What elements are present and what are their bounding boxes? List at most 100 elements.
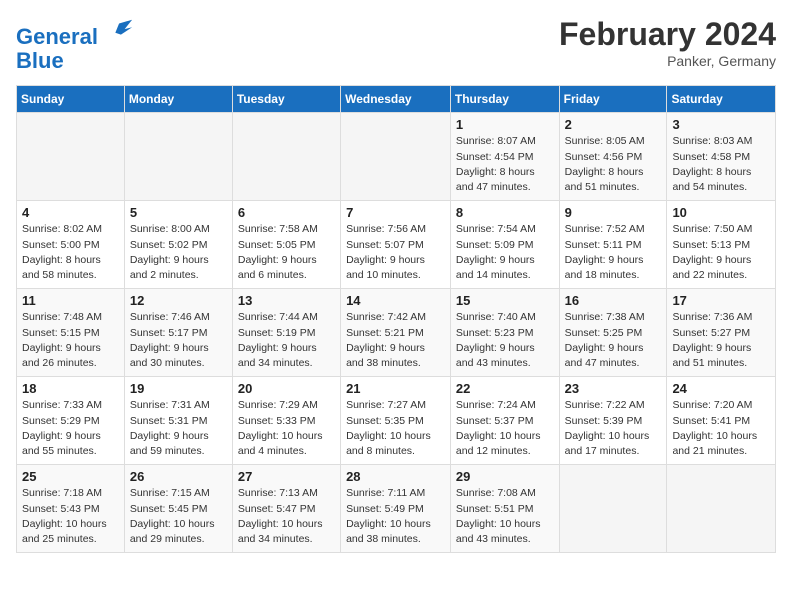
logo-bird-icon [106,16,134,44]
calendar-cell: 20 Sunrise: 7:29 AM Sunset: 5:33 PM Dayli… [232,377,340,465]
day-detail: Sunrise: 7:29 AM Sunset: 5:33 PM Dayligh… [238,398,335,459]
calendar-week-row: 18 Sunrise: 7:33 AM Sunset: 5:29 PM Dayli… [17,377,776,465]
day-number: 11 [22,293,119,308]
calendar-cell: 11 Sunrise: 7:48 AM Sunset: 5:15 PM Dayli… [17,289,125,377]
day-detail: Sunrise: 8:03 AM Sunset: 4:58 PM Dayligh… [672,134,770,195]
day-number: 28 [346,469,445,484]
day-number: 26 [130,469,227,484]
day-detail: Sunrise: 7:24 AM Sunset: 5:37 PM Dayligh… [456,398,554,459]
calendar-cell: 12 Sunrise: 7:46 AM Sunset: 5:17 PM Dayli… [124,289,232,377]
calendar-cell [341,113,451,201]
day-number: 10 [672,205,770,220]
calendar-cell: 29 Sunrise: 7:08 AM Sunset: 5:51 PM Dayli… [450,465,559,553]
day-detail: Sunrise: 7:27 AM Sunset: 5:35 PM Dayligh… [346,398,445,459]
day-detail: Sunrise: 7:38 AM Sunset: 5:25 PM Dayligh… [565,310,662,371]
day-detail: Sunrise: 7:48 AM Sunset: 5:15 PM Dayligh… [22,310,119,371]
month-year-title: February 2024 [559,16,776,53]
weekday-header-monday: Monday [124,86,232,113]
day-detail: Sunrise: 7:46 AM Sunset: 5:17 PM Dayligh… [130,310,227,371]
day-number: 4 [22,205,119,220]
day-number: 12 [130,293,227,308]
calendar-cell [124,113,232,201]
day-number: 3 [672,117,770,132]
day-detail: Sunrise: 8:07 AM Sunset: 4:54 PM Dayligh… [456,134,554,195]
location-subtitle: Panker, Germany [559,53,776,69]
day-number: 5 [130,205,227,220]
day-detail: Sunrise: 7:36 AM Sunset: 5:27 PM Dayligh… [672,310,770,371]
calendar-cell: 19 Sunrise: 7:31 AM Sunset: 5:31 PM Dayli… [124,377,232,465]
day-detail: Sunrise: 7:20 AM Sunset: 5:41 PM Dayligh… [672,398,770,459]
calendar-cell: 25Sunrise: 7:18 AM Sunset: 5:43 PM Dayli… [17,465,125,553]
calendar-cell: 22 Sunrise: 7:24 AM Sunset: 5:37 PM Dayli… [450,377,559,465]
day-number: 18 [22,381,119,396]
day-detail: Sunrise: 7:40 AM Sunset: 5:23 PM Dayligh… [456,310,554,371]
calendar-cell: 9Sunrise: 7:52 AM Sunset: 5:11 PM Daylig… [559,201,667,289]
calendar-cell: 3 Sunrise: 8:03 AM Sunset: 4:58 PM Daylig… [667,113,776,201]
day-number: 9 [565,205,662,220]
calendar-cell: 16Sunrise: 7:38 AM Sunset: 5:25 PM Dayli… [559,289,667,377]
calendar-week-row: 1 Sunrise: 8:07 AM Sunset: 4:54 PM Daylig… [17,113,776,201]
calendar-cell: 23Sunrise: 7:22 AM Sunset: 5:39 PM Dayli… [559,377,667,465]
calendar-week-row: 25Sunrise: 7:18 AM Sunset: 5:43 PM Dayli… [17,465,776,553]
day-number: 7 [346,205,445,220]
day-number: 8 [456,205,554,220]
day-number: 25 [22,469,119,484]
day-detail: Sunrise: 8:02 AM Sunset: 5:00 PM Dayligh… [22,222,119,283]
page-header: General Blue February 2024 Panker, Germa… [16,16,776,73]
day-detail: Sunrise: 7:42 AM Sunset: 5:21 PM Dayligh… [346,310,445,371]
day-number: 19 [130,381,227,396]
day-number: 17 [672,293,770,308]
calendar-cell: 7 Sunrise: 7:56 AM Sunset: 5:07 PM Daylig… [341,201,451,289]
day-detail: Sunrise: 7:33 AM Sunset: 5:29 PM Dayligh… [22,398,119,459]
calendar-week-row: 4 Sunrise: 8:02 AM Sunset: 5:00 PM Daylig… [17,201,776,289]
calendar-cell: 27 Sunrise: 7:13 AM Sunset: 5:47 PM Dayli… [232,465,340,553]
day-detail: Sunrise: 7:22 AM Sunset: 5:39 PM Dayligh… [565,398,662,459]
day-number: 27 [238,469,335,484]
day-number: 1 [456,117,554,132]
day-detail: Sunrise: 7:54 AM Sunset: 5:09 PM Dayligh… [456,222,554,283]
day-detail: Sunrise: 8:05 AM Sunset: 4:56 PM Dayligh… [565,134,662,195]
day-number: 13 [238,293,335,308]
calendar-table: SundayMondayTuesdayWednesdayThursdayFrid… [16,85,776,553]
title-block: February 2024 Panker, Germany [559,16,776,69]
day-detail: Sunrise: 7:15 AM Sunset: 5:45 PM Dayligh… [130,486,227,547]
day-detail: Sunrise: 7:31 AM Sunset: 5:31 PM Dayligh… [130,398,227,459]
weekday-header-thursday: Thursday [450,86,559,113]
day-detail: Sunrise: 8:00 AM Sunset: 5:02 PM Dayligh… [130,222,227,283]
calendar-cell: 18 Sunrise: 7:33 AM Sunset: 5:29 PM Dayli… [17,377,125,465]
calendar-header-row: SundayMondayTuesdayWednesdayThursdayFrid… [17,86,776,113]
logo: General Blue [16,16,134,73]
day-number: 15 [456,293,554,308]
calendar-cell: 8 Sunrise: 7:54 AM Sunset: 5:09 PM Daylig… [450,201,559,289]
day-detail: Sunrise: 7:58 AM Sunset: 5:05 PM Dayligh… [238,222,335,283]
day-number: 2 [565,117,662,132]
day-number: 20 [238,381,335,396]
weekday-header-wednesday: Wednesday [341,86,451,113]
calendar-cell: 26 Sunrise: 7:15 AM Sunset: 5:45 PM Dayli… [124,465,232,553]
calendar-cell: 13Sunrise: 7:44 AM Sunset: 5:19 PM Dayli… [232,289,340,377]
day-detail: Sunrise: 7:08 AM Sunset: 5:51 PM Dayligh… [456,486,554,547]
calendar-cell: 17 Sunrise: 7:36 AM Sunset: 5:27 PM Dayli… [667,289,776,377]
day-number: 22 [456,381,554,396]
weekday-header-saturday: Saturday [667,86,776,113]
calendar-cell: 6Sunrise: 7:58 AM Sunset: 5:05 PM Daylig… [232,201,340,289]
weekday-header-tuesday: Tuesday [232,86,340,113]
calendar-cell: 5 Sunrise: 8:00 AM Sunset: 5:02 PM Daylig… [124,201,232,289]
weekday-header-sunday: Sunday [17,86,125,113]
day-number: 29 [456,469,554,484]
day-detail: Sunrise: 7:56 AM Sunset: 5:07 PM Dayligh… [346,222,445,283]
day-number: 14 [346,293,445,308]
calendar-cell: 2 Sunrise: 8:05 AM Sunset: 4:56 PM Daylig… [559,113,667,201]
calendar-week-row: 11 Sunrise: 7:48 AM Sunset: 5:15 PM Dayli… [17,289,776,377]
day-detail: Sunrise: 7:13 AM Sunset: 5:47 PM Dayligh… [238,486,335,547]
logo-blue: Blue [16,48,64,73]
calendar-cell: 4 Sunrise: 8:02 AM Sunset: 5:00 PM Daylig… [17,201,125,289]
day-number: 21 [346,381,445,396]
calendar-cell [559,465,667,553]
calendar-cell [667,465,776,553]
calendar-cell: 15 Sunrise: 7:40 AM Sunset: 5:23 PM Dayli… [450,289,559,377]
calendar-cell [232,113,340,201]
logo-general: General [16,24,98,49]
calendar-cell: 28Sunrise: 7:11 AM Sunset: 5:49 PM Dayli… [341,465,451,553]
calendar-cell: 24Sunrise: 7:20 AM Sunset: 5:41 PM Dayli… [667,377,776,465]
